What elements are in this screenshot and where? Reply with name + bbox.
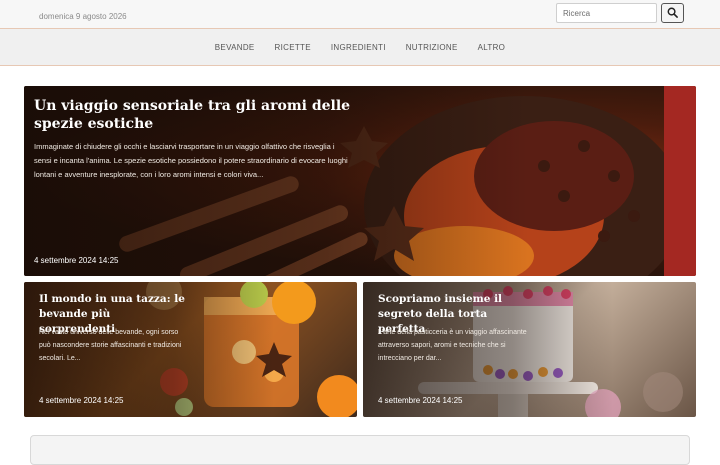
featured-article-excerpt: Immaginate di chiudere gli occhi e lasci… xyxy=(34,142,348,179)
nav-item-nutrizione[interactable]: NUTRIZIONE xyxy=(396,43,468,52)
main-nav: BEVANDE RICETTE INGREDIENTI NUTRIZIONE A… xyxy=(0,28,720,66)
current-date: domenica 9 agosto 2026 xyxy=(39,12,127,21)
nav-item-bevande[interactable]: BEVANDE xyxy=(205,43,265,52)
drinks-article-excerpt: Nel vasto universo delle bevande, ogni s… xyxy=(39,329,182,362)
drinks-article-card[interactable]: Il mondo in una tazza: le bevande più so… xyxy=(24,282,357,417)
featured-article-date: 4 settembre 2024 14:25 xyxy=(34,256,119,265)
search-input[interactable] xyxy=(556,3,657,23)
featured-article-card[interactable]: Un viaggio sensoriale tra gli aromi dell… xyxy=(24,86,696,276)
cake-article-date: 4 settembre 2024 14:25 xyxy=(378,396,463,405)
nav-item-ricette[interactable]: RICETTE xyxy=(265,43,321,52)
nav-item-ingredienti[interactable]: INGREDIENTI xyxy=(321,43,396,52)
bottom-section xyxy=(30,435,690,465)
featured-article-title[interactable]: Un viaggio sensoriale tra gli aromi dell… xyxy=(34,97,374,133)
search-icon xyxy=(667,6,678,21)
search-button[interactable] xyxy=(661,3,684,23)
cake-article-excerpt: L'arte della pasticceria è un viaggio af… xyxy=(378,329,527,362)
drinks-article-date: 4 settembre 2024 14:25 xyxy=(39,396,124,405)
cake-article-card[interactable]: Scopriamo insieme il segreto della torta… xyxy=(363,282,696,417)
top-bar: domenica 9 agosto 2026 xyxy=(0,0,720,28)
nav-item-altro[interactable]: ALTRO xyxy=(468,43,516,52)
